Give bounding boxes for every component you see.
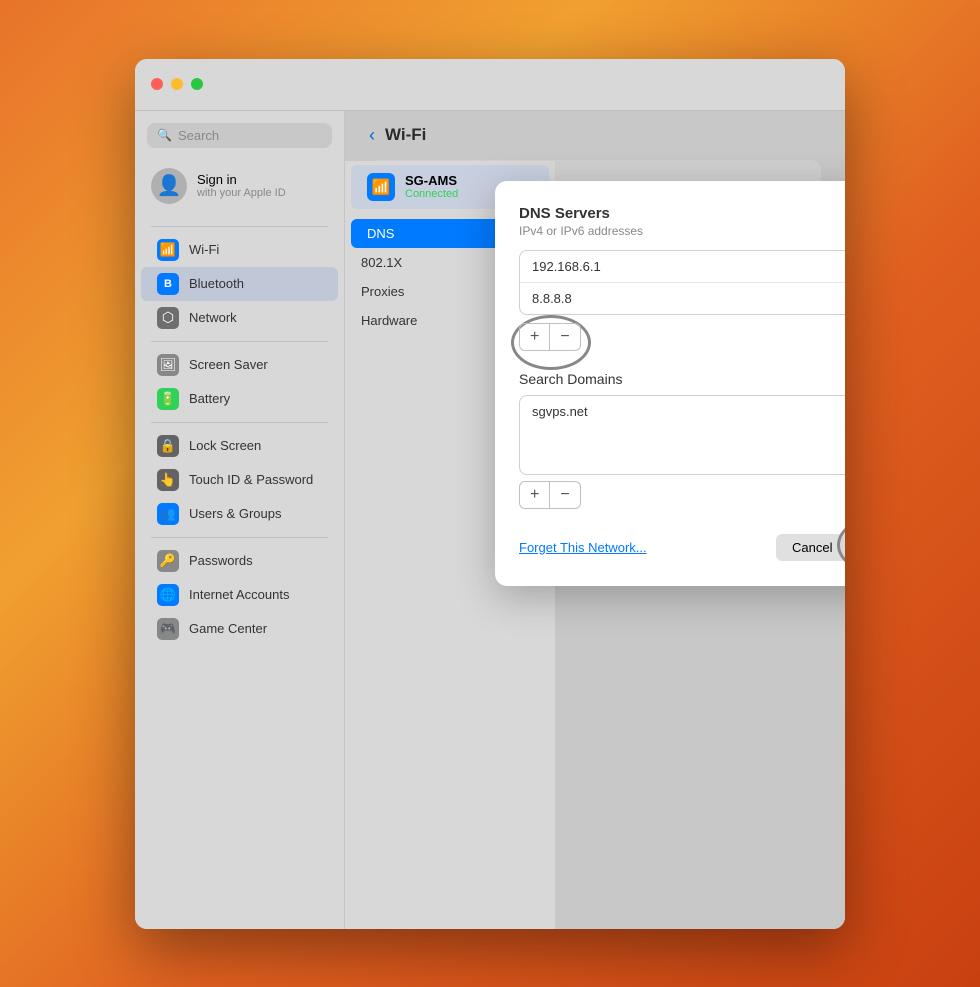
network-item-wifi-icon: 📶 [367,173,395,201]
dns-entry-2[interactable]: 8.8.8.8 [520,283,845,314]
sidebar-label-wifi: Wi-Fi [189,242,219,257]
search-bar[interactable]: 🔍 Search [147,123,332,148]
apple-id-section[interactable]: 👤 Sign in with your Apple ID [135,160,344,212]
domain-entry-1[interactable]: sgvps.net [520,396,845,427]
sidebar-item-wifi[interactable]: 📶 Wi-Fi [141,233,338,267]
screensaver-icon: 🖼 [157,354,179,376]
dns-subtitle: IPv4 or IPv6 addresses [519,224,845,238]
sidebar-item-lockscreen[interactable]: 🔒 Lock Screen [141,429,338,463]
domains-remove-button[interactable]: − [550,481,580,509]
touchid-icon: 👆 [157,469,179,491]
sidebar-label-touchid: Touch ID & Password [189,472,313,487]
minimize-button[interactable] [171,78,183,90]
dns-sheet: 📶 SG-AMS Connected DNS 802.1X Proxies Ha… [345,161,845,929]
sign-in-text: Sign in with your Apple ID [197,172,286,199]
sidebar-item-battery[interactable]: 🔋 Battery [141,382,338,416]
bluetooth-icon: B [157,273,179,295]
sidebar-divider-1 [151,226,328,227]
dns-title: DNS Servers [519,205,845,222]
system-preferences-window: 🔍 Search 👤 Sign in with your Apple ID 📶 … [135,59,845,929]
dns-list: 192.168.6.1 8.8.8.8 [519,250,845,315]
sidebar-divider-3 [151,422,328,423]
battery-icon: 🔋 [157,388,179,410]
sign-in-label: Sign in [197,172,286,187]
internet-icon: 🌐 [157,584,179,606]
gamecenter-icon: 🎮 [157,618,179,640]
wifi-icon: 📶 [157,239,179,261]
lockscreen-icon: 🔒 [157,435,179,457]
title-bar [135,59,845,111]
dialog-footer: Forget This Network... Cancel OK [519,525,845,562]
sidebar-item-users[interactable]: 👥 Users & Groups [141,497,338,531]
sidebar-label-lockscreen: Lock Screen [189,438,261,453]
sidebar-item-network[interactable]: ⬡ Network [141,301,338,335]
domains-list: sgvps.net [519,395,845,475]
sidebar-item-screensaver[interactable]: 🖼 Screen Saver [141,348,338,382]
avatar: 👤 [151,168,187,204]
add-remove-section: + − [519,323,845,371]
dns-entry-1[interactable]: 192.168.6.1 [520,251,845,283]
sidebar-label-users: Users & Groups [189,506,281,521]
sidebar-label-network: Network [189,310,237,325]
forget-network-button[interactable]: Forget This Network... [519,540,647,555]
sidebar-item-gamecenter[interactable]: 🎮 Game Center [141,612,338,646]
traffic-lights [151,78,203,90]
dns-add-button[interactable]: + [519,323,549,351]
sidebar-divider-2 [151,341,328,342]
main-layout: 🔍 Search 👤 Sign in with your Apple ID 📶 … [135,111,845,929]
sidebar-label-gamecenter: Game Center [189,621,267,636]
passwords-icon: 🔑 [157,550,179,572]
sidebar-label-screensaver: Screen Saver [189,357,268,372]
dns-dialog: DNS Servers IPv4 or IPv6 addresses 192.1… [495,181,845,586]
sidebar-item-bluetooth[interactable]: B Bluetooth [141,267,338,301]
dialog-actions: Cancel OK [776,533,845,562]
main-content: ‹ Wi-Fi 📶 Wi-Fi SG-AMS [345,111,845,929]
sidebar-item-internet[interactable]: 🌐 Internet Accounts [141,578,338,612]
domains-add-button[interactable]: + [519,481,550,509]
dns-add-remove-buttons: + − [519,323,581,351]
close-button[interactable] [151,78,163,90]
network-icon: ⬡ [157,307,179,329]
domains-add-remove: + − [519,481,845,509]
search-domains-section: Search Domains sgvps.net + − [519,371,845,509]
apple-id-sub: with your Apple ID [197,187,286,199]
sidebar-item-touchid[interactable]: 👆 Touch ID & Password [141,463,338,497]
sidebar-label-internet: Internet Accounts [189,587,289,602]
sidebar-label-passwords: Passwords [189,553,253,568]
search-icon: 🔍 [157,128,172,142]
dns-remove-button[interactable]: − [549,323,580,351]
search-domains-label: Search Domains [519,371,845,387]
person-icon: 👤 [157,173,182,198]
sidebar-item-passwords[interactable]: 🔑 Passwords [141,544,338,578]
cancel-button[interactable]: Cancel [776,534,845,561]
sidebar-divider-4 [151,537,328,538]
sidebar-label-battery: Battery [189,391,230,406]
users-icon: 👥 [157,503,179,525]
sidebar: 🔍 Search 👤 Sign in with your Apple ID 📶 … [135,111,345,929]
maximize-button[interactable] [191,78,203,90]
sidebar-label-bluetooth: Bluetooth [189,276,244,291]
search-input[interactable]: Search [178,128,219,143]
